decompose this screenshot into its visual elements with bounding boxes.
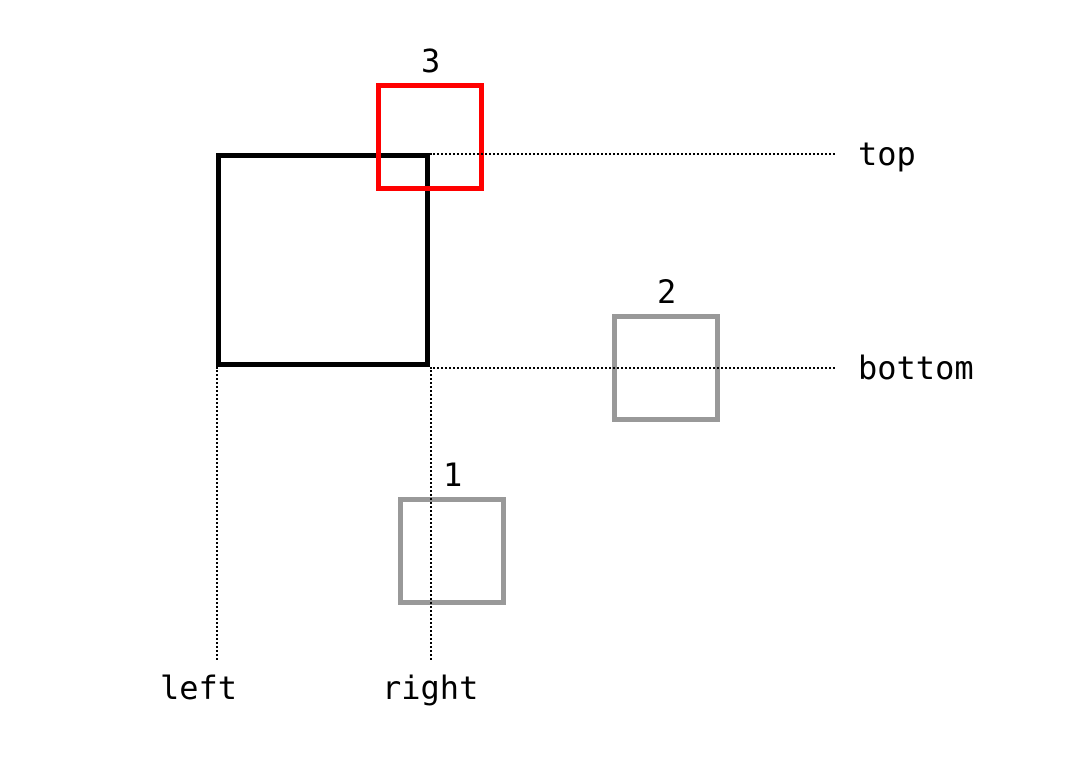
- small-box-3: [376, 83, 484, 191]
- dotted-line-left: [216, 367, 218, 660]
- label-left: left: [160, 672, 237, 704]
- box-1-label: 1: [443, 459, 462, 491]
- dotted-line-top: [430, 153, 835, 155]
- label-top: top: [858, 138, 916, 170]
- dotted-line-bottom: [430, 367, 835, 369]
- label-right: right: [382, 672, 478, 704]
- dotted-line-right: [430, 367, 432, 660]
- small-box-1: [398, 497, 506, 605]
- box-3-label: 3: [421, 45, 440, 77]
- box-2-label: 2: [657, 276, 676, 308]
- label-bottom: bottom: [858, 352, 974, 384]
